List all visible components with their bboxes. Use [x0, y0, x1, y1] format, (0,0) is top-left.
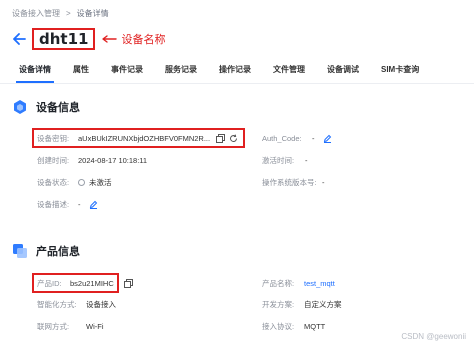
annotation-arrow-icon [101, 35, 118, 43]
product-name-row: 产品名称: test_mqtt [262, 276, 335, 290]
os-version-value: - [322, 177, 325, 187]
breadcrumb: 设备接入管理 > 设备详情 [12, 8, 109, 19]
dev-plan-row: 开发方案: 自定义方案 [262, 297, 342, 311]
page-title: dht11 [39, 30, 89, 48]
product-id-label: 产品ID: [37, 278, 62, 288]
network-label: 联网方式: [37, 321, 70, 331]
device-desc-label: 设备描述: [37, 199, 70, 209]
product-info-icon [12, 243, 28, 259]
device-info-icon [12, 99, 28, 115]
network-row: 联网方式: Wi-Fi [37, 319, 104, 333]
activated-time-label: 激活时间: [262, 155, 295, 165]
breadcrumb-current: 设备详情 [76, 9, 109, 18]
smart-mode-row: 智能化方式: 设备接入 [37, 297, 116, 311]
edit-icon[interactable] [89, 200, 98, 209]
device-status-value: 未激活 [89, 177, 112, 187]
breadcrumb-separator: > [66, 9, 71, 18]
device-info-title: 设备信息 [36, 102, 80, 114]
auth-code-value: - [312, 133, 315, 143]
tab-properties[interactable]: 属性 [66, 64, 96, 83]
dev-plan-label: 开发方案: [262, 299, 295, 309]
device-secret-row: 设备密钥: aUxBUkIZRUNXbjdOZHBFV0FMN2R... [37, 131, 238, 145]
device-status-label: 设备状态: [37, 177, 70, 187]
smart-mode-value: 设备接入 [86, 299, 116, 309]
os-version-row: 操作系统版本号: - [262, 175, 325, 189]
device-secret-label: 设备密钥: [37, 133, 70, 143]
protocol-value: MQTT [304, 321, 326, 331]
auth-code-row: Auth_Code: - [262, 131, 332, 145]
page-title-row: dht11 设备名称 [12, 28, 165, 50]
edit-icon[interactable] [323, 134, 332, 143]
tab-device-debug[interactable]: 设备调试 [320, 64, 366, 83]
created-time-row: 创建时间: 2024-08-17 10:18:11 [37, 153, 147, 167]
product-name-link[interactable]: test_mqtt [304, 279, 335, 288]
tab-divider [0, 83, 474, 84]
product-info-header: 产品信息 [12, 243, 80, 259]
tab-sim-query[interactable]: SIM卡查询 [374, 64, 426, 83]
created-time-value: 2024-08-17 10:18:11 [78, 155, 148, 165]
auth-code-label: Auth_Code: [262, 133, 302, 143]
status-dot-icon [78, 178, 85, 186]
device-info-header: 设备信息 [12, 99, 80, 115]
dev-plan-value: 自定义方案 [304, 299, 342, 309]
smart-mode-label: 智能化方式: [37, 299, 77, 309]
created-time-label: 创建时间: [37, 155, 70, 165]
tab-bar: 设备详情 属性 事件记录 服务记录 操作记录 文件管理 设备调试 SIM卡查询 [12, 64, 434, 83]
network-value: Wi-Fi [86, 321, 104, 331]
product-info-title: 产品信息 [36, 246, 80, 258]
tab-operation-records[interactable]: 操作记录 [212, 64, 258, 83]
os-version-label: 操作系统版本号: [262, 177, 317, 187]
copy-icon[interactable] [216, 133, 226, 143]
tab-event-records[interactable]: 事件记录 [104, 64, 150, 83]
watermark: CSDN @geewonii [401, 332, 466, 341]
annotation-label: 设备名称 [121, 34, 166, 46]
tab-service-records[interactable]: 服务记录 [158, 64, 204, 83]
device-desc-value: - [78, 199, 81, 209]
back-arrow-icon[interactable] [12, 32, 26, 46]
device-secret-value: aUxBUkIZRUNXbjdOZHBFV0FMN2R... [78, 133, 211, 143]
device-name-highlight: dht11 [32, 28, 96, 50]
refresh-icon[interactable] [229, 133, 238, 143]
tab-file-management[interactable]: 文件管理 [266, 64, 312, 83]
product-id-row: 产品ID: bs2u21MIHC [37, 276, 133, 290]
breadcrumb-parent[interactable]: 设备接入管理 [12, 8, 60, 19]
protocol-label: 接入协议: [262, 321, 295, 331]
product-id-value: bs2u21MIHC [70, 278, 114, 288]
device-status-row: 设备状态: 未激活 [37, 175, 112, 189]
activated-time-row: 激活时间: - [262, 153, 308, 167]
copy-icon[interactable] [123, 278, 133, 288]
protocol-row: 接入协议: MQTT [262, 319, 325, 333]
product-name-label: 产品名称: [262, 278, 295, 288]
device-desc-row: 设备描述: - [37, 197, 98, 211]
activated-time-value: - [305, 155, 308, 165]
tab-device-details[interactable]: 设备详情 [12, 64, 58, 83]
